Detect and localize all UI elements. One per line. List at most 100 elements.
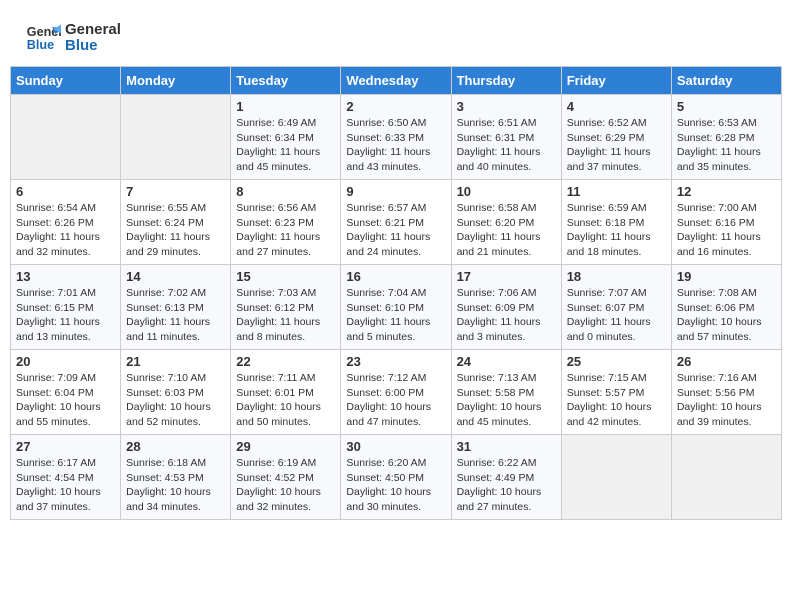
day-info: Sunrise: 6:54 AM Sunset: 6:26 PM Dayligh…	[16, 201, 115, 260]
calendar-cell: 18 Sunrise: 7:07 AM Sunset: 6:07 PM Dayli…	[561, 265, 671, 350]
col-header-saturday: Saturday	[671, 67, 781, 95]
calendar-cell: 13 Sunrise: 7:01 AM Sunset: 6:15 PM Dayli…	[11, 265, 121, 350]
day-info: Sunrise: 7:02 AM Sunset: 6:13 PM Dayligh…	[126, 286, 225, 345]
day-info: Sunrise: 6:18 AM Sunset: 4:53 PM Dayligh…	[126, 456, 225, 515]
day-info: Sunrise: 6:20 AM Sunset: 4:50 PM Dayligh…	[346, 456, 445, 515]
calendar-cell	[561, 435, 671, 520]
col-header-thursday: Thursday	[451, 67, 561, 95]
day-number: 26	[677, 354, 776, 369]
day-number: 15	[236, 269, 335, 284]
calendar-cell	[671, 435, 781, 520]
day-info: Sunrise: 6:57 AM Sunset: 6:21 PM Dayligh…	[346, 201, 445, 260]
day-info: Sunrise: 6:19 AM Sunset: 4:52 PM Dayligh…	[236, 456, 335, 515]
day-number: 8	[236, 184, 335, 199]
day-number: 31	[457, 439, 556, 454]
col-header-friday: Friday	[561, 67, 671, 95]
day-number: 14	[126, 269, 225, 284]
day-info: Sunrise: 6:58 AM Sunset: 6:20 PM Dayligh…	[457, 201, 556, 260]
day-number: 20	[16, 354, 115, 369]
day-info: Sunrise: 7:09 AM Sunset: 6:04 PM Dayligh…	[16, 371, 115, 430]
day-info: Sunrise: 6:53 AM Sunset: 6:28 PM Dayligh…	[677, 116, 776, 175]
day-number: 30	[346, 439, 445, 454]
calendar-cell: 8 Sunrise: 6:56 AM Sunset: 6:23 PM Daylig…	[231, 180, 341, 265]
calendar-cell: 24 Sunrise: 7:13 AM Sunset: 5:58 PM Dayli…	[451, 350, 561, 435]
day-info: Sunrise: 7:00 AM Sunset: 6:16 PM Dayligh…	[677, 201, 776, 260]
calendar-cell: 20 Sunrise: 7:09 AM Sunset: 6:04 PM Dayli…	[11, 350, 121, 435]
day-info: Sunrise: 7:07 AM Sunset: 6:07 PM Dayligh…	[567, 286, 666, 345]
day-info: Sunrise: 6:52 AM Sunset: 6:29 PM Dayligh…	[567, 116, 666, 175]
calendar-cell	[121, 95, 231, 180]
day-number: 25	[567, 354, 666, 369]
calendar-table: SundayMondayTuesdayWednesdayThursdayFrid…	[10, 66, 782, 520]
day-number: 19	[677, 269, 776, 284]
day-number: 1	[236, 99, 335, 114]
calendar-cell: 1 Sunrise: 6:49 AM Sunset: 6:34 PM Daylig…	[231, 95, 341, 180]
day-info: Sunrise: 7:15 AM Sunset: 5:57 PM Dayligh…	[567, 371, 666, 430]
day-number: 23	[346, 354, 445, 369]
calendar-cell: 4 Sunrise: 6:52 AM Sunset: 6:29 PM Daylig…	[561, 95, 671, 180]
day-number: 3	[457, 99, 556, 114]
day-number: 17	[457, 269, 556, 284]
day-number: 21	[126, 354, 225, 369]
day-number: 28	[126, 439, 225, 454]
calendar-cell: 5 Sunrise: 6:53 AM Sunset: 6:28 PM Daylig…	[671, 95, 781, 180]
day-number: 24	[457, 354, 556, 369]
col-header-sunday: Sunday	[11, 67, 121, 95]
calendar-cell: 11 Sunrise: 6:59 AM Sunset: 6:18 PM Dayli…	[561, 180, 671, 265]
day-info: Sunrise: 6:56 AM Sunset: 6:23 PM Dayligh…	[236, 201, 335, 260]
day-info: Sunrise: 7:12 AM Sunset: 6:00 PM Dayligh…	[346, 371, 445, 430]
col-header-tuesday: Tuesday	[231, 67, 341, 95]
day-number: 18	[567, 269, 666, 284]
day-number: 5	[677, 99, 776, 114]
day-number: 16	[346, 269, 445, 284]
day-number: 27	[16, 439, 115, 454]
day-number: 12	[677, 184, 776, 199]
day-number: 22	[236, 354, 335, 369]
day-number: 10	[457, 184, 556, 199]
day-info: Sunrise: 7:01 AM Sunset: 6:15 PM Dayligh…	[16, 286, 115, 345]
day-info: Sunrise: 6:59 AM Sunset: 6:18 PM Dayligh…	[567, 201, 666, 260]
day-number: 7	[126, 184, 225, 199]
page-header: General Blue General Blue	[10, 10, 782, 61]
calendar-cell: 21Sunrise: 7:10 AM Sunset: 6:03 PM Dayli…	[121, 350, 231, 435]
day-info: Sunrise: 6:55 AM Sunset: 6:24 PM Dayligh…	[126, 201, 225, 260]
calendar-cell: 10 Sunrise: 6:58 AM Sunset: 6:20 PM Dayli…	[451, 180, 561, 265]
day-info: Sunrise: 6:22 AM Sunset: 4:49 PM Dayligh…	[457, 456, 556, 515]
day-info: Sunrise: 6:17 AM Sunset: 4:54 PM Dayligh…	[16, 456, 115, 515]
calendar-cell: 12 Sunrise: 7:00 AM Sunset: 6:16 PM Dayli…	[671, 180, 781, 265]
logo-text-blue: Blue	[65, 38, 121, 55]
day-number: 13	[16, 269, 115, 284]
calendar-cell: 14 Sunrise: 7:02 AM Sunset: 6:13 PM Dayli…	[121, 265, 231, 350]
calendar-cell: 16 Sunrise: 7:04 AM Sunset: 6:10 PM Dayli…	[341, 265, 451, 350]
calendar-cell: 31 Sunrise: 6:22 AM Sunset: 4:49 PM Dayli…	[451, 435, 561, 520]
logo: General Blue General Blue	[25, 20, 121, 56]
day-number: 9	[346, 184, 445, 199]
calendar-cell: 29 Sunrise: 6:19 AM Sunset: 4:52 PM Dayli…	[231, 435, 341, 520]
calendar-cell: 28 Sunrise: 6:18 AM Sunset: 4:53 PM Dayli…	[121, 435, 231, 520]
day-number: 11	[567, 184, 666, 199]
calendar-cell	[11, 95, 121, 180]
col-header-wednesday: Wednesday	[341, 67, 451, 95]
calendar-cell: 2Sunrise: 6:50 AM Sunset: 6:33 PM Daylig…	[341, 95, 451, 180]
calendar-cell: 25 Sunrise: 7:15 AM Sunset: 5:57 PM Dayli…	[561, 350, 671, 435]
day-info: Sunrise: 7:04 AM Sunset: 6:10 PM Dayligh…	[346, 286, 445, 345]
day-info: Sunrise: 7:11 AM Sunset: 6:01 PM Dayligh…	[236, 371, 335, 430]
svg-text:Blue: Blue	[27, 38, 54, 52]
calendar-cell: 7 Sunrise: 6:55 AM Sunset: 6:24 PM Daylig…	[121, 180, 231, 265]
day-info: Sunrise: 7:06 AM Sunset: 6:09 PM Dayligh…	[457, 286, 556, 345]
day-info: Sunrise: 7:13 AM Sunset: 5:58 PM Dayligh…	[457, 371, 556, 430]
logo-text-general: General	[65, 22, 121, 39]
day-info: Sunrise: 7:08 AM Sunset: 6:06 PM Dayligh…	[677, 286, 776, 345]
calendar-cell: 9 Sunrise: 6:57 AM Sunset: 6:21 PM Daylig…	[341, 180, 451, 265]
calendar-cell: 15 Sunrise: 7:03 AM Sunset: 6:12 PM Dayli…	[231, 265, 341, 350]
calendar-cell: 6Sunrise: 6:54 AM Sunset: 6:26 PM Daylig…	[11, 180, 121, 265]
day-info: Sunrise: 6:49 AM Sunset: 6:34 PM Dayligh…	[236, 116, 335, 175]
day-info: Sunrise: 7:03 AM Sunset: 6:12 PM Dayligh…	[236, 286, 335, 345]
day-info: Sunrise: 6:50 AM Sunset: 6:33 PM Dayligh…	[346, 116, 445, 175]
day-info: Sunrise: 6:51 AM Sunset: 6:31 PM Dayligh…	[457, 116, 556, 175]
calendar-cell: 27 Sunrise: 6:17 AM Sunset: 4:54 PM Dayli…	[11, 435, 121, 520]
col-header-monday: Monday	[121, 67, 231, 95]
day-number: 4	[567, 99, 666, 114]
calendar-cell: 23 Sunrise: 7:12 AM Sunset: 6:00 PM Dayli…	[341, 350, 451, 435]
day-number: 29	[236, 439, 335, 454]
